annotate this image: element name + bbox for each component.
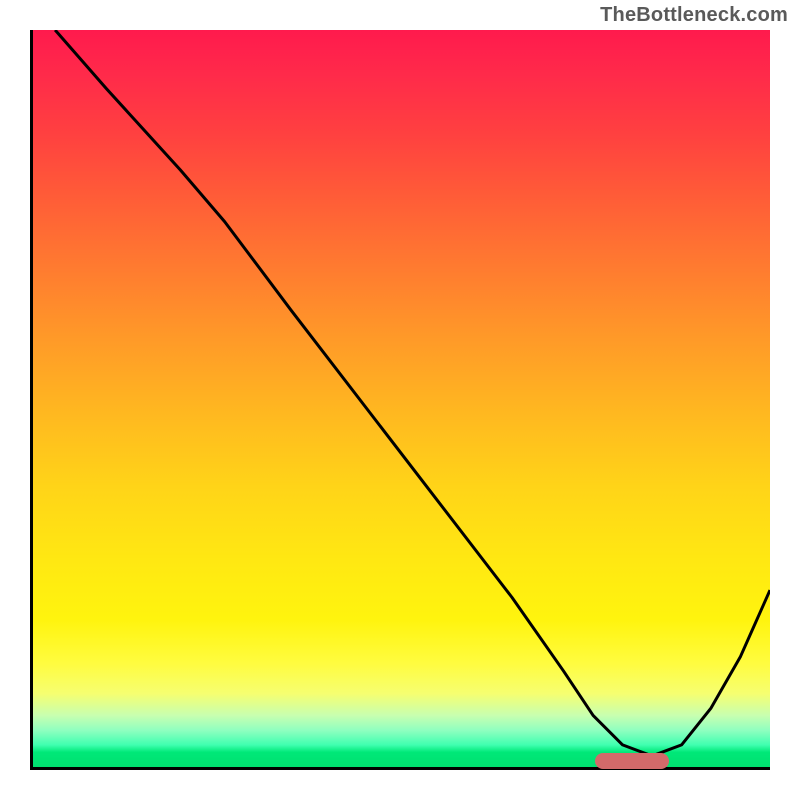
plot-area: [30, 30, 770, 770]
watermark-text: TheBottleneck.com: [600, 4, 788, 27]
curve-svg: [33, 30, 770, 767]
bottleneck-curve-path: [55, 30, 770, 756]
optimal-range-marker: [595, 753, 669, 769]
